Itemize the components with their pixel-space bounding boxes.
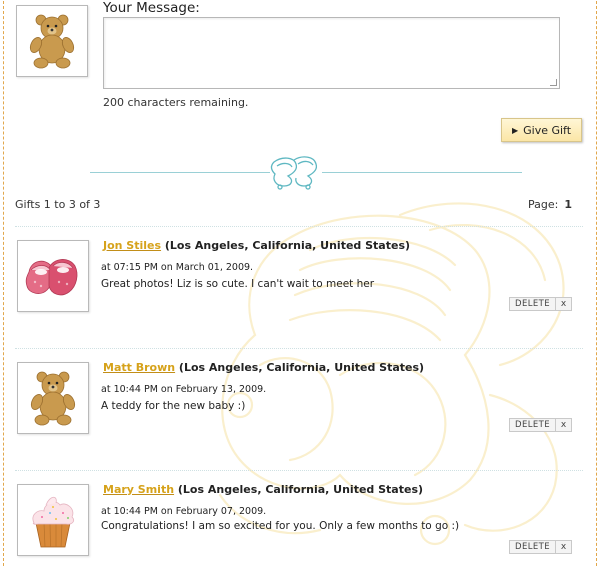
baby-booties-icon (25, 259, 78, 296)
delete-controls: DELETE x (509, 297, 572, 311)
give-gift-label: Give Gift (523, 123, 572, 137)
gift-sender: Jon Stiles (Los Angeles, California, Uni… (103, 239, 410, 252)
gift-thumbnail (17, 362, 89, 434)
gift-message: Congratulations! I am so excited for you… (101, 520, 460, 532)
resize-grip-icon[interactable] (550, 79, 557, 86)
page-number[interactable]: 1 (564, 198, 572, 211)
teddy-bear-icon (29, 14, 75, 69)
gifts-count-text: Gifts 1 to 3 of 3 (15, 198, 101, 211)
sender-link[interactable]: Matt Brown (103, 361, 175, 374)
page-label: Page: (528, 198, 559, 211)
gift-sender: Matt Brown (Los Angeles, California, Uni… (103, 361, 424, 374)
close-icon[interactable]: x (556, 540, 572, 554)
list-separator (15, 348, 583, 349)
gift-timestamp: at 10:44 PM on February 13, 2009. (101, 384, 267, 395)
play-triangle-icon: ▶ (511, 125, 519, 135)
gift-timestamp: at 07:15 PM on March 01, 2009. (101, 262, 254, 273)
message-label: Your Message: (103, 0, 200, 16)
close-icon[interactable]: x (556, 418, 572, 432)
message-textarea[interactable] (103, 17, 560, 89)
sender-location: (Los Angeles, California, United States) (178, 361, 425, 374)
sender-link[interactable]: Jon Stiles (103, 239, 161, 252)
divider-line-right (322, 172, 522, 173)
sender-location: (Los Angeles, California, United States) (177, 483, 424, 496)
sender-location: (Los Angeles, California, United States) (164, 239, 411, 252)
booties-divider-icon (270, 156, 318, 190)
delete-button[interactable]: DELETE (509, 540, 556, 554)
chars-remaining-text: 200 characters remaining. (103, 96, 249, 109)
give-gift-button[interactable]: ▶ Give Gift (501, 118, 582, 142)
delete-button[interactable]: DELETE (509, 297, 556, 311)
cupcake-icon (32, 496, 74, 548)
gift-thumbnail (17, 240, 89, 312)
close-icon[interactable]: x (556, 297, 572, 311)
gift-timestamp: at 10:44 PM on February 07, 2009. (101, 506, 267, 517)
gift-sender: Mary Smith (Los Angeles, California, Uni… (103, 483, 423, 496)
pagination: Page: 1 (528, 198, 572, 211)
sender-teddy-thumbnail (16, 5, 88, 77)
delete-controls: DELETE x (509, 540, 572, 554)
delete-controls: DELETE x (509, 418, 572, 432)
gift-message: A teddy for the new baby :) (101, 400, 246, 412)
sender-link[interactable]: Mary Smith (103, 483, 174, 496)
delete-button[interactable]: DELETE (509, 418, 556, 432)
teddy-bear-icon (30, 371, 76, 426)
gift-thumbnail (17, 484, 89, 556)
gift-message: Great photos! Liz is so cute. I can't wa… (101, 278, 375, 290)
list-separator (15, 226, 583, 227)
list-separator (15, 470, 583, 471)
divider-line-left (90, 172, 270, 173)
